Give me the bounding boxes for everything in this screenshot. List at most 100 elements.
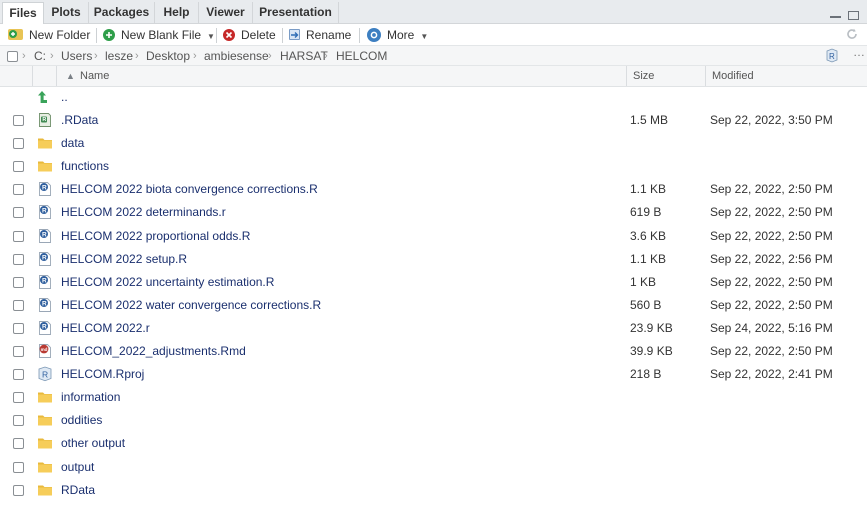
r-script-icon: R [37,297,53,313]
file-modified: Sep 22, 2022, 3:50 PM [710,113,833,127]
row-checkbox[interactable] [13,392,24,404]
parent-directory-link[interactable]: .. [61,86,68,109]
column-divider [626,66,627,86]
breadcrumb-item-drive[interactable]: C: [34,46,46,66]
gear-icon [367,27,381,42]
tab-plots[interactable]: Plots [44,2,89,24]
tab-packages[interactable]: Packages [89,2,155,24]
row-checkbox[interactable] [13,276,24,288]
file-row[interactable]: R .RData 1.5 MB Sep 22, 2022, 3:50 PM [0,109,867,132]
file-row[interactable]: R HELCOM.Rproj 218 B Sep 22, 2022, 2:41 PM [0,363,867,386]
file-name-link[interactable]: output [61,456,94,479]
more-options-icon[interactable]: … [853,42,865,62]
row-checkbox[interactable] [13,184,24,196]
file-name-link[interactable]: data [61,132,84,155]
row-checkbox[interactable] [13,115,24,126]
svg-text:R: R [42,370,48,380]
file-row[interactable]: R HELCOM 2022.r 23.9 KB Sep 24, 2022, 5:16 … [0,317,867,340]
file-row[interactable]: R HELCOM 2022 setup.R 1.1 KB Sep 22, 2022, … [0,248,867,271]
folder-row[interactable]: output [0,456,867,479]
folder-icon [37,435,53,451]
svg-text:R: R [42,208,47,215]
row-checkbox[interactable] [13,369,24,381]
row-checkbox[interactable] [13,299,24,311]
r-script-icon: R [37,228,53,244]
more-button[interactable]: More ▼ [367,24,428,46]
rename-button[interactable]: Rename [289,24,351,46]
folder-row[interactable]: data [0,132,867,155]
file-name-link[interactable]: HELCOM.Rproj [61,363,144,386]
file-row[interactable]: R HELCOM 2022 determinands.r 619 B Sep 22, … [0,201,867,224]
maximize-pane-icon[interactable] [848,11,859,21]
file-name-link[interactable]: functions [61,155,109,178]
file-row[interactable]: R HELCOM 2022 water convergence correctio… [0,294,867,317]
folder-row[interactable]: oddities [0,409,867,432]
row-checkbox[interactable] [13,138,24,150]
row-checkbox[interactable] [13,346,24,357]
new-blank-file-button[interactable]: New Blank File ▼ [103,24,215,46]
row-checkbox[interactable] [13,415,24,427]
breadcrumb-item-users[interactable]: Users [61,46,92,66]
breadcrumb-item-ambiesense[interactable]: ambiesense [204,46,269,66]
file-name-link[interactable]: oddities [61,409,102,432]
row-checkbox[interactable] [13,207,24,219]
breadcrumb-item-harsat[interactable]: HARSAT [280,46,328,66]
row-checkbox[interactable] [13,253,24,265]
row-checkbox[interactable] [13,161,24,173]
file-row[interactable]: R HELCOM 2022 proportional odds.R 3.6 KB Se… [0,225,867,248]
parent-directory-row[interactable]: .. [0,86,867,109]
file-name-link[interactable]: HELCOM 2022 biota convergence correction… [61,178,318,201]
file-row[interactable]: md HELCOM_2022_adjustments.Rmd 39.9 KB Sep … [0,340,867,363]
select-all-checkbox[interactable] [7,51,18,62]
folder-row[interactable]: functions [0,155,867,178]
new-folder-button[interactable]: New Folder [8,24,90,46]
file-name-link[interactable]: .RData [61,109,98,132]
delete-button[interactable]: Delete [223,24,276,46]
new-folder-icon [8,29,23,41]
delete-icon [223,28,235,41]
file-name-link[interactable]: other output [61,432,125,455]
row-checkbox[interactable] [13,322,24,334]
folder-row[interactable]: RData [0,479,867,502]
tab-help[interactable]: Help [155,2,199,24]
tab-viewer[interactable]: Viewer [199,2,253,24]
more-label: More [387,28,415,42]
breadcrumb-item-desktop[interactable]: Desktop [146,46,190,66]
row-checkbox[interactable] [13,438,24,450]
go-to-project-icon[interactable]: R [825,48,839,63]
file-name-link[interactable]: HELCOM 2022 water convergence correction… [61,294,321,317]
file-name-link[interactable]: HELCOM_2022_adjustments.Rmd [61,340,246,363]
file-name-link[interactable]: information [61,386,120,409]
file-name-link[interactable]: HELCOM 2022 determinands.r [61,201,226,224]
breadcrumb-item-user[interactable]: lesze [105,46,133,66]
file-name-link[interactable]: HELCOM 2022 proportional odds.R [61,225,250,248]
file-row[interactable]: R HELCOM 2022 uncertainty estimation.R 1 K… [0,271,867,294]
breadcrumb-item-helcom[interactable]: HELCOM [336,46,387,66]
file-name-link[interactable]: HELCOM 2022 setup.R [61,248,187,271]
new-blank-file-label: New Blank File [121,28,202,42]
folder-row[interactable]: other output [0,432,867,455]
file-modified: Sep 22, 2022, 2:50 PM [710,297,833,312]
row-checkbox[interactable] [13,484,24,496]
file-row[interactable]: R HELCOM 2022 biota convergence correctio… [0,178,867,201]
file-name-link[interactable]: HELCOM 2022.r [61,317,150,340]
row-checkbox[interactable] [13,461,24,473]
column-header-size[interactable]: Size [633,66,654,86]
tab-files[interactable]: Files [2,2,44,25]
refresh-icon[interactable] [845,27,859,41]
column-divider [32,66,33,86]
folder-icon [37,459,53,475]
file-name-link[interactable]: HELCOM 2022 uncertainty estimation.R [61,271,274,294]
row-checkbox[interactable] [13,230,24,242]
column-header-name[interactable]: Name [80,66,109,86]
minimize-pane-icon[interactable] [829,14,841,18]
tab-presentation[interactable]: Presentation [253,2,339,24]
r-script-icon: R [37,181,53,197]
file-name-link[interactable]: RData [61,479,95,502]
folder-row[interactable]: information [0,386,867,409]
file-modified: Sep 22, 2022, 2:50 PM [710,344,833,358]
column-header-modified[interactable]: Modified [712,66,754,86]
chevron-right-icon: › [22,50,26,62]
file-size: 39.9 KB [630,344,673,358]
chevron-down-icon: ▼ [207,32,215,41]
